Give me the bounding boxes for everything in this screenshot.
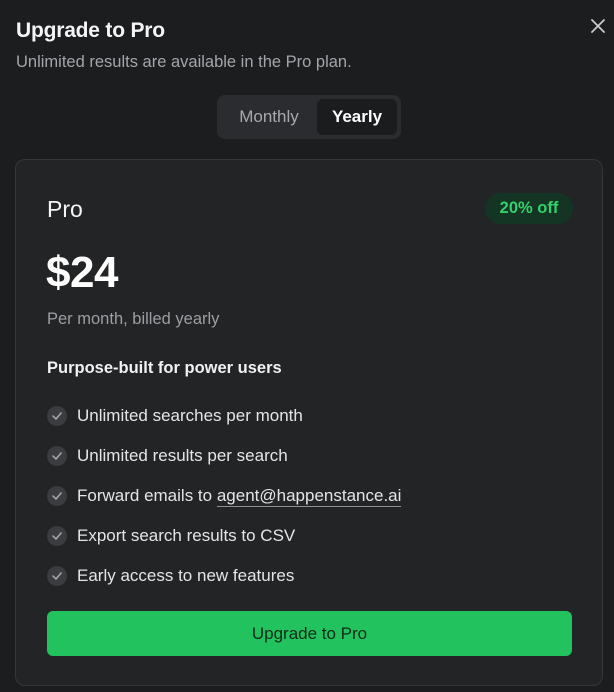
price-note: Per month, billed yearly bbox=[47, 310, 220, 328]
feature-item: Export search results to CSV bbox=[47, 516, 401, 556]
feature-text-prefix: Forward emails to bbox=[77, 486, 217, 505]
upgrade-dialog: Upgrade to Pro Unlimited results are ava… bbox=[0, 0, 614, 692]
feature-text: Unlimited results per search bbox=[77, 446, 288, 465]
pro-plan-card: Pro 20% off $24 Per month, billed yearly… bbox=[15, 159, 603, 686]
billing-period-toggle: Monthly Yearly bbox=[217, 95, 401, 139]
close-icon bbox=[591, 19, 605, 33]
feature-item: Early access to new features bbox=[47, 556, 401, 596]
feature-text: Early access to new features bbox=[77, 566, 295, 585]
plan-price: $24 bbox=[46, 248, 118, 297]
check-icon bbox=[47, 446, 67, 466]
feature-text: Export search results to CSV bbox=[77, 526, 296, 545]
upgrade-button[interactable]: Upgrade to Pro bbox=[47, 611, 572, 656]
tab-yearly[interactable]: Yearly bbox=[317, 99, 397, 135]
feature-text: Unlimited searches per month bbox=[77, 406, 303, 425]
discount-badge: 20% off bbox=[485, 193, 573, 224]
email-link[interactable]: agent@happenstance.ai bbox=[216, 486, 402, 507]
plan-name: Pro bbox=[47, 196, 83, 222]
feature-item: Unlimited searches per month bbox=[47, 396, 401, 436]
feature-list: Unlimited searches per month Unlimited r… bbox=[47, 396, 402, 596]
dialog-title: Upgrade to Pro bbox=[16, 19, 165, 42]
close-button[interactable] bbox=[586, 14, 610, 38]
feature-text: Forward emails to agent@happenstance.ai bbox=[77, 486, 402, 507]
check-icon bbox=[47, 526, 67, 546]
check-icon bbox=[47, 486, 67, 506]
check-icon bbox=[47, 406, 67, 426]
feature-item: Unlimited results per search bbox=[47, 436, 401, 476]
tab-monthly[interactable]: Monthly bbox=[221, 99, 317, 135]
features-heading: Purpose-built for power users bbox=[47, 359, 282, 377]
check-icon bbox=[47, 566, 67, 586]
dialog-subtitle: Unlimited results are available in the P… bbox=[16, 53, 352, 71]
feature-item: Forward emails to agent@happenstance.ai bbox=[47, 476, 402, 516]
